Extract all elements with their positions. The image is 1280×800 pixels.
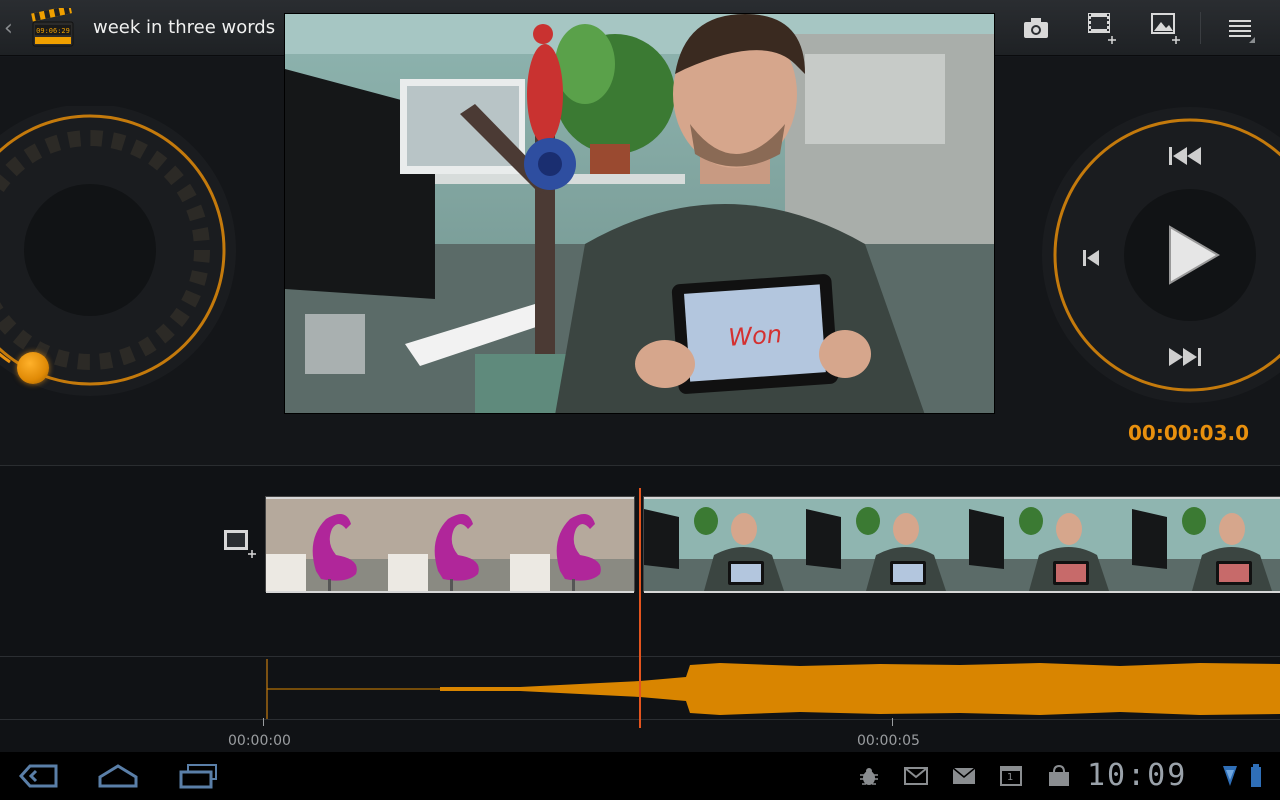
clip-thumbnail [266, 497, 388, 593]
clip-thumbnail [1132, 497, 1280, 593]
recent-apps-icon [179, 764, 217, 789]
clip-thumbnail [806, 497, 969, 593]
email-icon [952, 767, 976, 784]
clip-thumbnail [510, 497, 634, 593]
fast-forward-to-end-button[interactable] [1164, 342, 1206, 372]
camera-icon [1024, 18, 1048, 38]
video-track[interactable] [265, 496, 1280, 593]
calendar-status[interactable]: 1 [998, 764, 1024, 788]
play-button[interactable] [1150, 210, 1234, 300]
fast-forward-to-end-icon [1169, 348, 1201, 366]
battery-icon [1251, 764, 1261, 787]
film-add-icon [1088, 13, 1116, 44]
home-icon [98, 764, 138, 788]
ruler-tick [263, 718, 264, 726]
previous-frame-button[interactable] [1074, 243, 1108, 273]
market-status[interactable] [1046, 764, 1072, 788]
action-bar-divider [1200, 12, 1201, 44]
clapperboard-app-icon[interactable]: 09:06:29 [30, 5, 76, 48]
up-navigation-icon[interactable]: ‹ [4, 16, 22, 42]
won-sign-clip[interactable] [643, 496, 1280, 593]
jog-dial-handle[interactable] [17, 352, 49, 384]
take-photo-button[interactable] [1014, 10, 1058, 46]
play-icon [1169, 225, 1220, 285]
wifi-signal-icon [1223, 766, 1237, 786]
email-status[interactable] [951, 764, 977, 788]
status-clock[interactable]: 10:09 [1087, 758, 1187, 793]
clip-thumbnail [644, 497, 806, 593]
usb-debugging-icon [860, 768, 878, 785]
jog-dial[interactable] [0, 106, 240, 410]
preview-card-text: Won [727, 320, 782, 352]
clip-thumbnail [969, 497, 1132, 593]
playhead[interactable] [639, 488, 641, 728]
overflow-menu-button[interactable] [1218, 10, 1262, 46]
rewind-to-start-icon [1169, 147, 1201, 165]
wifi-status[interactable] [1220, 764, 1240, 788]
image-add-icon [1151, 13, 1180, 44]
add-image-button[interactable] [1142, 10, 1186, 46]
battery-status[interactable] [1246, 764, 1266, 788]
clip-thumbnail [388, 497, 510, 593]
usb-debugging-status[interactable] [856, 764, 882, 788]
back-icon [18, 764, 58, 788]
video-preview[interactable]: Won [284, 13, 995, 414]
calendar-day: 1 [1007, 772, 1014, 783]
gmail-status[interactable] [903, 764, 929, 788]
menu-icon [1229, 20, 1255, 43]
rewind-to-start-button[interactable] [1164, 141, 1206, 171]
ruler-tick [892, 718, 893, 726]
playback-timecode: 00:00:03.0 [1128, 421, 1250, 445]
add-clip-to-timeline-button[interactable] [222, 528, 258, 560]
recent-apps-button[interactable] [176, 760, 220, 792]
movie-studio-app: ‹ 09:06:29 week in three words Won 00:00… [0, 0, 1280, 800]
film-add-icon [224, 530, 256, 558]
add-video-clip-button[interactable] [1078, 10, 1122, 46]
previous-frame-icon [1083, 250, 1099, 266]
system-bar: 1 10:09 [0, 752, 1280, 800]
gmail-icon [904, 767, 928, 785]
back-button[interactable] [16, 760, 60, 792]
home-button[interactable] [96, 760, 140, 792]
ruler-label-5s: 00:00:05 [857, 733, 920, 749]
ruler-label-start: 00:00:00 [228, 733, 291, 749]
clapper-badge: 09:06:29 [36, 27, 70, 35]
flamingo-clip[interactable] [265, 496, 635, 593]
shopping-bag-icon [1049, 765, 1069, 786]
project-title: week in three words [93, 17, 276, 38]
